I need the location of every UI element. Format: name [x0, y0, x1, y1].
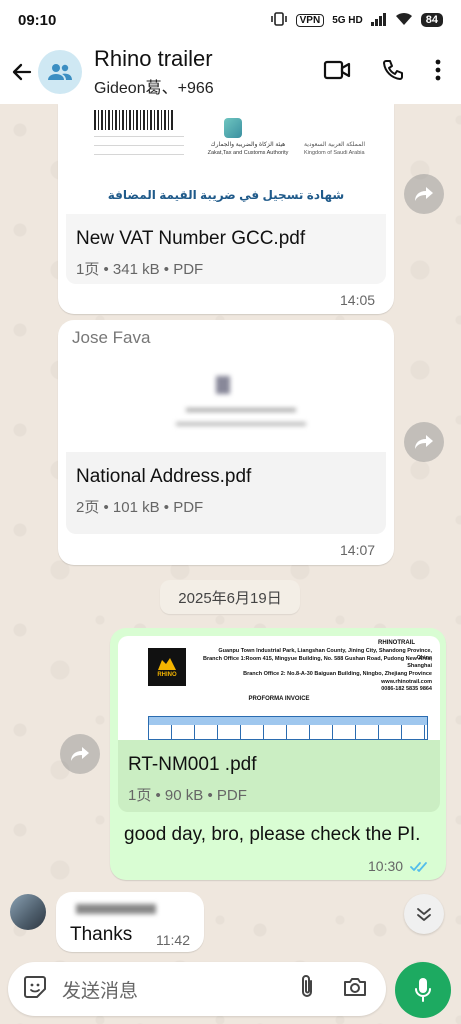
video-camera-icon [323, 60, 351, 79]
sticker-icon [24, 975, 46, 998]
forward-icon [415, 187, 433, 201]
read-receipt-icon [410, 860, 430, 878]
microphone-icon [415, 978, 431, 1002]
barcode [94, 110, 174, 130]
message-bubble-pi-pdf[interactable]: RHINO RHINOTRAIL Guanpu Town Industrial … [110, 628, 446, 880]
document-name: RT-NM001 .pdf [128, 754, 257, 775]
forward-button[interactable] [404, 174, 444, 214]
message-time: 10:30 [368, 858, 404, 874]
attach-button[interactable] [298, 974, 316, 1005]
video-call-button[interactable] [323, 59, 351, 86]
preview-lines-blurred [186, 408, 296, 412]
logo-text: RHINO [157, 672, 177, 678]
message-time: 11:42 [156, 932, 190, 948]
document-meta: 1页 • 90 kB • PDF [128, 787, 247, 804]
invoice-title: PROFORMA INVOICE [248, 696, 310, 702]
authority-name-ar: هيئة الزكاة والضريبة والجمارك [210, 142, 286, 148]
status-time: 09:10 [18, 11, 57, 29]
message-caption: good day, bro, please check the PI. [124, 824, 421, 845]
back-button[interactable] [2, 40, 42, 104]
document-name: National Address.pdf [76, 466, 252, 487]
battery-level: 84 [420, 13, 443, 27]
preview-lines-blurred-2 [176, 422, 306, 426]
forward-icon [71, 747, 89, 761]
chat-title: Rhino trailer [94, 46, 213, 71]
message-text: Thanks [70, 924, 133, 945]
company-name: RHINOTRAIL [378, 640, 415, 646]
phone-icon [383, 59, 403, 80]
sticker-button[interactable] [22, 974, 48, 1005]
company-phone: 0086-182 5835 9864 [381, 686, 432, 692]
message-bubble-vat-pdf[interactable]: هيئة الزكاة والضريبة والجمارك Zakat,Tax … [58, 104, 394, 314]
vibrate-icon [270, 11, 288, 29]
document-info: New VAT Number GCC.pdf 1页 • 341 kB • PDF [66, 214, 386, 284]
document-meta: 2页 • 101 kB • PDF [76, 499, 204, 516]
group-avatar[interactable] [38, 50, 82, 94]
chat-title-block[interactable]: Rhino trailer Gideon葛、+966 [94, 46, 274, 98]
wifi-icon [395, 12, 413, 29]
message-time: 14:05 [340, 292, 376, 308]
kingdom-name-en: Kingdom of Saudi Arabia [304, 150, 365, 156]
certificate-title-ar: شهادة تسجيل في ضريبة القيمة المضافة [107, 188, 345, 202]
double-chevron-down-icon [417, 908, 431, 921]
forward-button[interactable] [60, 734, 100, 774]
forward-button[interactable] [404, 422, 444, 462]
document-preview: RHINO RHINOTRAIL Guanpu Town Industrial … [118, 636, 440, 740]
document-preview: هيئة الزكاة والضريبة والجمارك Zakat,Tax … [66, 104, 386, 214]
rhino-logo: RHINO [148, 648, 186, 686]
camera-button[interactable] [342, 976, 368, 1003]
vpn-badge: VPN [295, 13, 325, 27]
message-bubble-thanks[interactable]: Thanks 11:42 [56, 892, 204, 952]
sender-name-blurred [76, 904, 156, 914]
arrow-left-icon [12, 63, 32, 81]
forward-icon [415, 435, 433, 449]
message-bubble-national-address[interactable]: Jose Fava National Address.pdf 2页 • 101 … [58, 320, 394, 565]
preview-logo-blurred [216, 376, 230, 394]
network-label: 5G HD [332, 14, 363, 26]
scroll-to-bottom-button[interactable] [404, 894, 444, 934]
sender-name: Jose Fava [72, 328, 151, 347]
document-info: RT-NM001 .pdf 1页 • 90 kB • PDF [118, 740, 440, 812]
form-lines [94, 136, 184, 162]
voice-call-button[interactable] [381, 58, 405, 87]
paperclip-icon [302, 974, 312, 997]
message-time: 14:07 [340, 542, 376, 558]
camera-icon [344, 977, 366, 996]
more-options-button[interactable] [435, 59, 441, 86]
sender-avatar[interactable] [10, 894, 46, 930]
company-branch-1: Branch Office 1:Room 415, Mingyue Buildi… [203, 656, 432, 669]
signal-icon [370, 12, 387, 29]
chat-participants: Gideon葛、+966 [94, 80, 214, 97]
more-vertical-icon [435, 59, 441, 80]
authority-name-en: Zakat,Tax and Customs Authority [207, 150, 289, 156]
group-icon [48, 64, 72, 80]
status-bar: 09:10 VPN 5G HD 84 [0, 0, 461, 40]
message-composer: 发送消息 [8, 962, 386, 1016]
authority-logo [224, 118, 242, 138]
kingdom-name-ar: المملكة العربية السعودية [304, 142, 366, 148]
date-separator: 2025年6月19日 [160, 580, 300, 614]
company-web: www.rhinotrail.com [381, 679, 432, 685]
chat-header: Rhino trailer Gideon葛、+966 [0, 40, 461, 104]
document-meta: 1页 • 341 kB • PDF [76, 261, 204, 278]
document-name: New VAT Number GCC.pdf [76, 228, 306, 249]
voice-message-button[interactable] [395, 962, 451, 1018]
document-preview [66, 360, 386, 452]
document-info: National Address.pdf 2页 • 101 kB • PDF [66, 452, 386, 534]
rhino-logo-icon [158, 658, 176, 670]
message-input[interactable]: 发送消息 [62, 976, 298, 1003]
company-branch-2: Branch Office 2: No.8-A-30 Baiguan Build… [243, 671, 432, 677]
invoice-table [148, 716, 428, 740]
